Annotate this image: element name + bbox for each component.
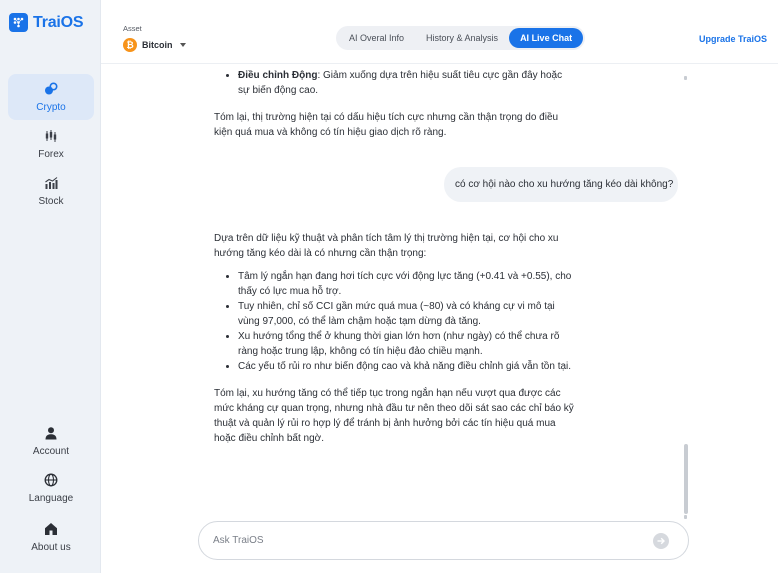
sidebar-item-about[interactable]: About us (8, 514, 94, 560)
globe-icon (43, 472, 59, 488)
sidebar-item-label: Forex (38, 149, 64, 160)
list-item: Xu hướng tổng thể ở khung thời gian lớn … (238, 329, 576, 359)
tab-ai-overall-info[interactable]: AI Overal Info (338, 28, 415, 48)
assistant-message-1: Điều chỉnh Động: Giảm xuống dựa trên hiệ… (214, 68, 576, 140)
chat-area[interactable]: Điều chỉnh Động: Giảm xuống dựa trên hiệ… (101, 64, 691, 521)
list-item: Tâm lý ngắn hạn đang hơi tích cực với độ… (238, 269, 576, 299)
scrollbar-thumb[interactable] (684, 444, 688, 514)
chevron-down-icon (179, 43, 186, 47)
stock-chart-icon (43, 175, 59, 191)
list-item: Các yếu tố rủi ro như biến động cao và k… (238, 359, 576, 374)
sidebar-item-label: Account (32, 446, 70, 457)
home-icon (43, 521, 59, 537)
tab-history-analysis[interactable]: History & Analysis (415, 28, 509, 48)
sidebar-item-language[interactable]: Language (8, 465, 94, 511)
user-icon (43, 425, 59, 441)
sidebar: TraiOS Crypto Forex Stock Account Langua… (0, 0, 101, 573)
upgrade-link[interactable]: Upgrade TraiOS (699, 34, 767, 44)
arrow-right-icon (657, 537, 665, 545)
app-name: TraiOS (33, 13, 84, 31)
bitcoin-icon: ₿ (123, 38, 137, 52)
message-summary: Tóm lại, thị trường hiện tại có dấu hiệu… (214, 112, 559, 138)
view-tabs: AI Overal Info History & Analysis AI Liv… (336, 26, 586, 50)
tab-ai-live-chat[interactable]: AI Live Chat (509, 28, 584, 48)
scrollbar-down-arrow[interactable] (684, 515, 687, 519)
chat-input-box (198, 521, 689, 560)
sidebar-item-forex[interactable]: Forex (8, 121, 94, 167)
app-logo[interactable]: TraiOS (9, 13, 84, 32)
user-message-text: có cơ hội nào cho xu hướng tăng kéo dài … (455, 179, 674, 190)
sidebar-item-label: Crypto (36, 102, 66, 113)
list-item: Tuy nhiên, chỉ số CCI gần mức quá mua (~… (238, 299, 576, 329)
sidebar-item-account[interactable]: Account (8, 418, 94, 464)
sidebar-item-label: Language (28, 493, 74, 504)
sidebar-item-label: Stock (38, 196, 64, 207)
chat-input[interactable] (213, 535, 633, 546)
message-intro: Dựa trên dữ liệu kỹ thuật và phân tích t… (214, 233, 559, 259)
scrollbar-up-arrow[interactable] (684, 76, 687, 80)
sidebar-item-label: About us (31, 542, 71, 553)
user-message-bubble: có cơ hội nào cho xu hướng tăng kéo dài … (444, 167, 678, 202)
asset-name: Bitcoin (142, 40, 173, 50)
asset-select[interactable]: ₿ Bitcoin (123, 38, 186, 52)
sidebar-item-stock[interactable]: Stock (8, 168, 94, 214)
candlestick-icon (43, 128, 59, 144)
send-button[interactable] (653, 533, 669, 549)
logo-mark-icon (9, 13, 28, 32)
message-summary: Tóm lại, xu hướng tăng có thể tiếp tục t… (214, 388, 574, 444)
asset-label: Asset (123, 24, 142, 33)
list-item: Điều chỉnh Động: Giảm xuống dựa trên hiệ… (238, 68, 576, 98)
sidebar-item-crypto[interactable]: Crypto (8, 74, 94, 120)
coins-icon (43, 81, 59, 97)
assistant-message-2: Dựa trên dữ liệu kỹ thuật và phân tích t… (214, 231, 576, 446)
bullet-bold-term: Điều chỉnh Động (238, 70, 318, 81)
